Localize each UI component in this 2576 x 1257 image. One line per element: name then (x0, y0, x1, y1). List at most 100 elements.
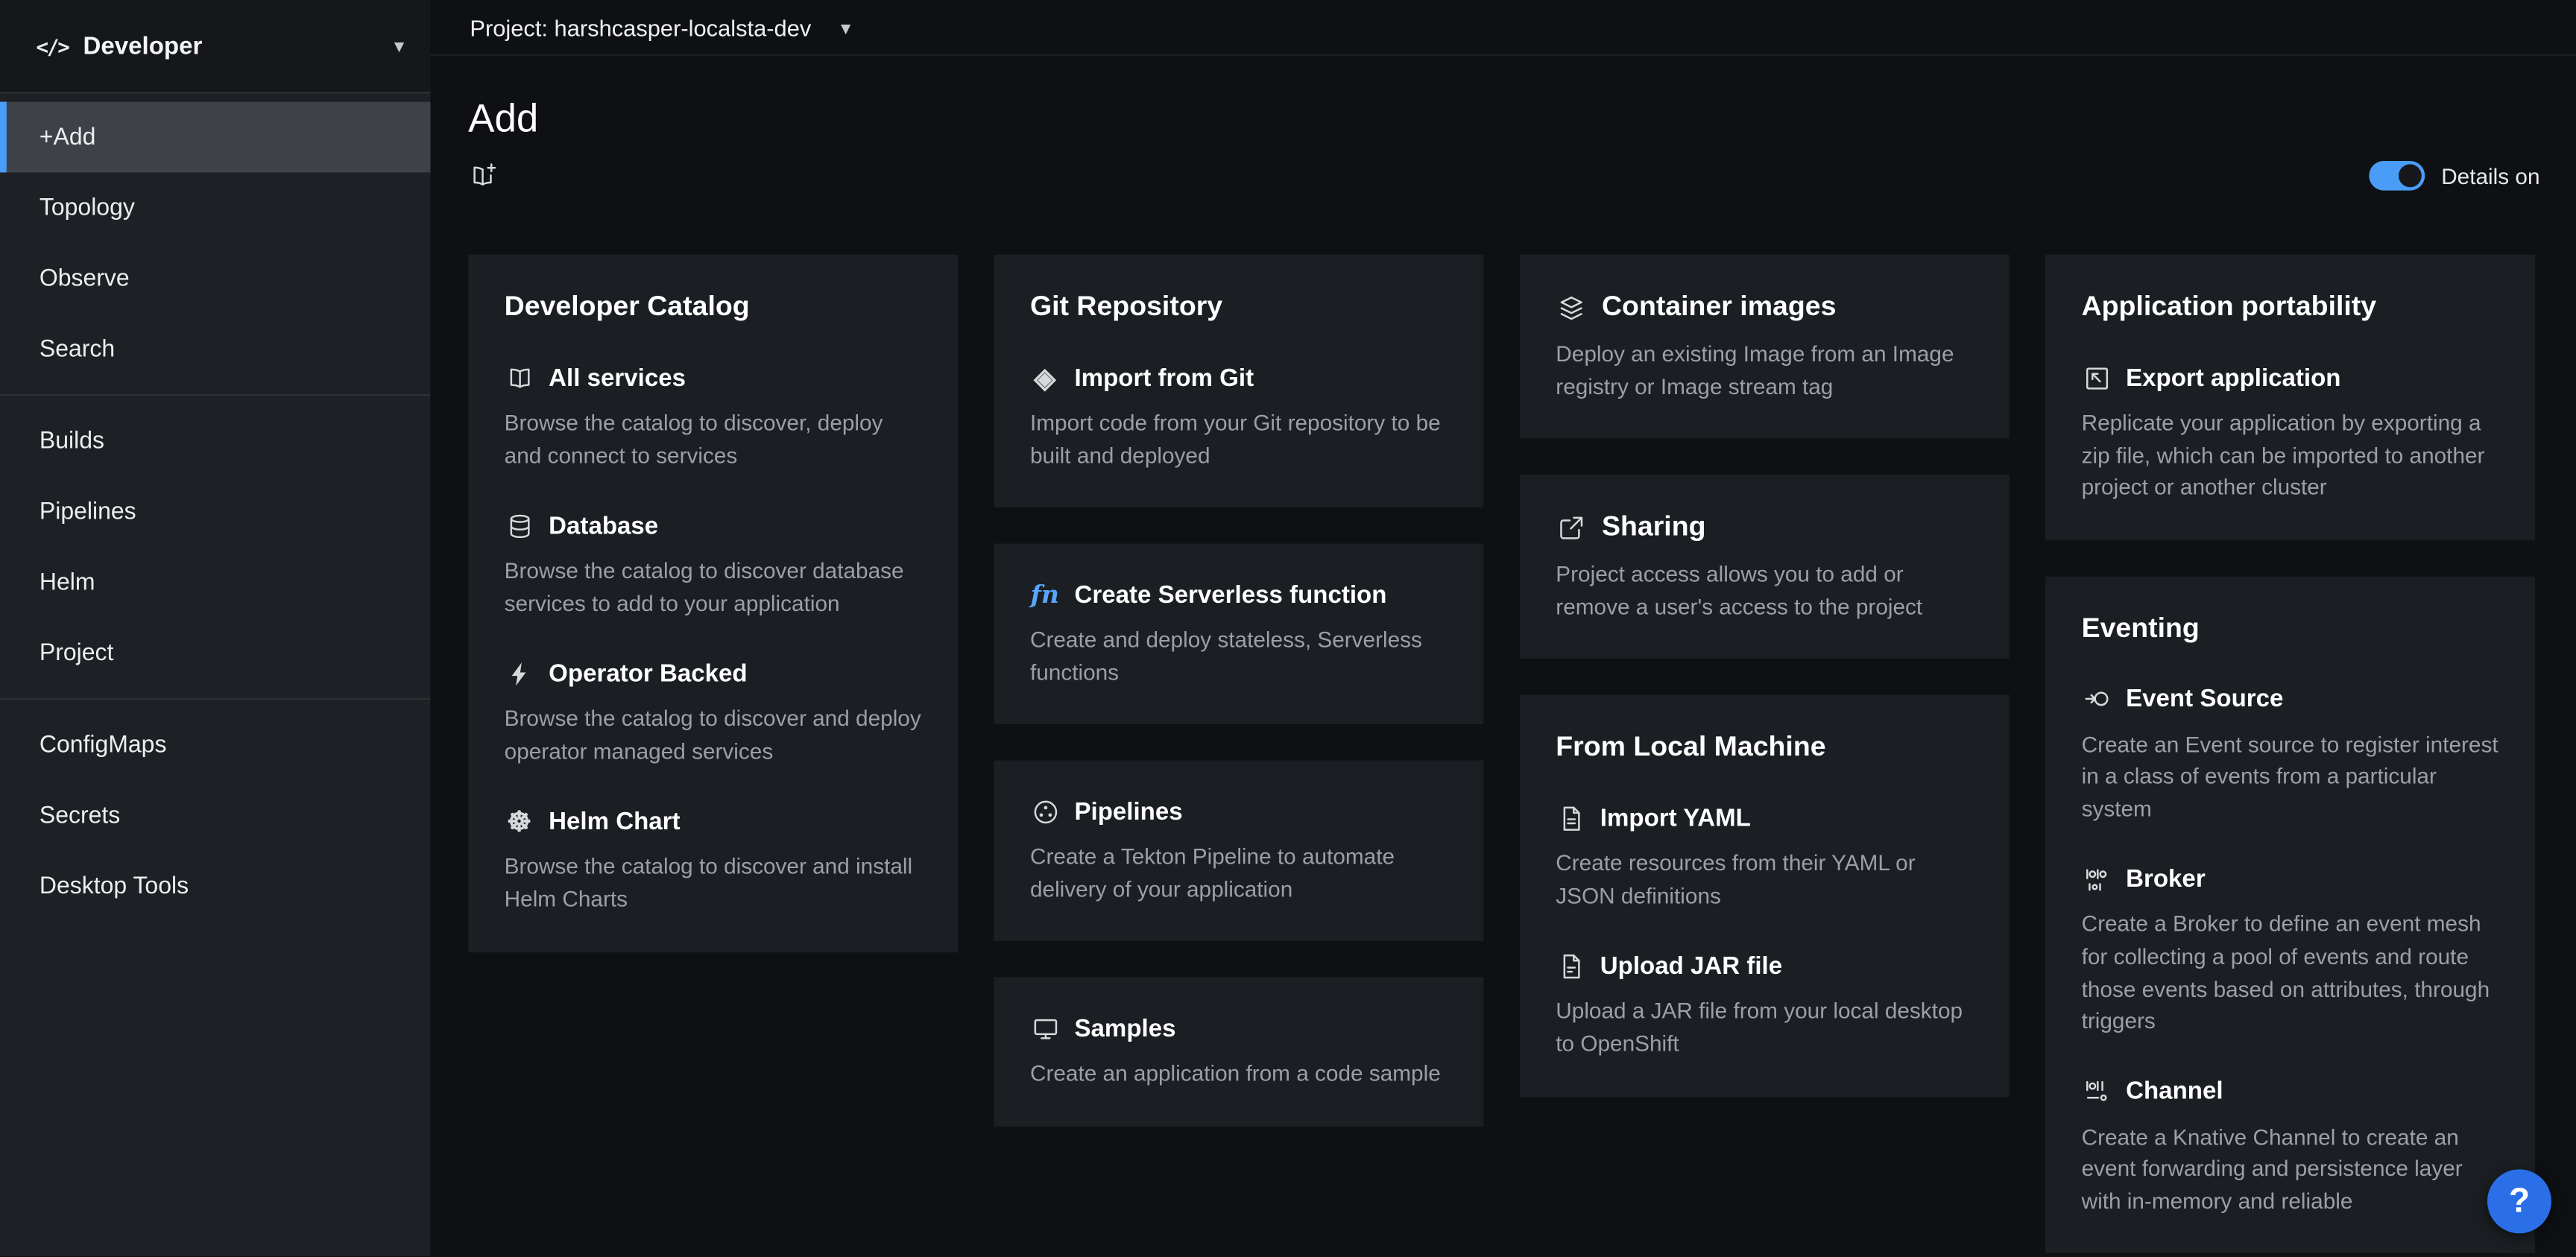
cards-column-1: Developer Catalog All services Browse th… (468, 255, 958, 952)
card-title: Developer Catalog (505, 291, 922, 323)
sidebar-item-topology[interactable]: Topology (0, 172, 430, 243)
item-description: Create an Event source to register inter… (2082, 729, 2499, 825)
item-title: Pipelines (1074, 798, 1182, 826)
details-toggle-group: Details on (2369, 161, 2539, 191)
item-title: Export application (2126, 364, 2340, 391)
catalog-item-operator-backed[interactable]: Operator Backed Browse the catalog to di… (505, 659, 922, 767)
serverless-fn-icon: fn (1030, 580, 1060, 609)
item-description: Create resources from their YAML or JSON… (1556, 848, 1973, 912)
item-description: Create and deploy stateless, Serverless … (1030, 624, 1448, 688)
item-create-serverless-function[interactable]: fn Create Serverless function Create and… (1030, 580, 1448, 688)
import-yaml-icon (1556, 803, 1585, 833)
helm-chart-icon: ☸ (505, 807, 534, 837)
sidebar-item-observe[interactable]: Observe (0, 243, 430, 314)
sidebar-nav: +Add Topology Observe Search Builds Pipe… (0, 94, 430, 922)
samples-icon (1030, 1014, 1060, 1044)
card-samples[interactable]: Samples Create an application from a cod… (994, 978, 1483, 1127)
project-selector[interactable]: Project: harshcasper-localsta-dev ▾ (430, 0, 2576, 56)
nav-separator (0, 698, 430, 700)
item-event-source[interactable]: Event Source Create an Event source to r… (2082, 684, 2499, 825)
item-title: Helm Chart (549, 808, 680, 835)
card-pipelines[interactable]: Pipelines Create a Tekton Pipeline to au… (994, 761, 1483, 942)
card-from-local-machine[interactable]: From Local Machine Import YAML Create re… (1520, 695, 2010, 1096)
item-description: Import code from your Git repository to … (1030, 408, 1448, 472)
card-container-images[interactable]: Container images Deploy an existing Imag… (1520, 255, 2010, 439)
item-title: Import from Git (1074, 364, 1254, 391)
item-samples[interactable]: Samples Create an application from a cod… (1030, 1014, 1448, 1091)
card-title: Eventing (2082, 612, 2499, 645)
sidebar-item-pipelines[interactable]: Pipelines (0, 476, 430, 547)
item-title: Samples (1074, 1015, 1175, 1042)
card-description: Deploy an existing Image from an Image r… (1556, 338, 1973, 402)
item-description: Browse the catalog to discover and deplo… (505, 703, 922, 767)
cards-column-2: Git Repository ◈ Import from Git Import … (994, 255, 1483, 1127)
add-page: Add Details on Developer Catalog (430, 56, 2576, 1257)
caret-down-icon: ▾ (841, 16, 850, 39)
item-import-yaml[interactable]: Import YAML Create resources from their … (1556, 803, 1973, 912)
details-switch[interactable] (2369, 161, 2425, 191)
card-developer-catalog[interactable]: Developer Catalog All services Browse th… (468, 255, 958, 952)
pipelines-icon (1030, 797, 1060, 827)
upload-jar-icon (1556, 952, 1585, 981)
item-description: Replicate your application by exporting … (2082, 408, 2499, 504)
sidebar: </> Developer ▾ +Add Topology Observe Se… (0, 0, 430, 1257)
switch-knob (2399, 164, 2422, 187)
item-title: All services (549, 364, 686, 391)
app-root: </> Developer ▾ +Add Topology Observe Se… (0, 0, 2576, 1257)
sidebar-item-builds[interactable]: Builds (0, 405, 430, 476)
item-channel[interactable]: Channel Create a Knative Channel to crea… (2082, 1077, 2499, 1218)
book-plus-icon[interactable] (468, 161, 498, 191)
cards-column-3: Container images Deploy an existing Imag… (1520, 255, 2010, 1097)
item-description: Create an application from a code sample (1030, 1058, 1448, 1090)
catalog-item-all-services[interactable]: All services Browse the catalog to disco… (505, 363, 922, 472)
export-application-icon (2082, 363, 2112, 393)
nav-separator (0, 394, 430, 396)
operator-backed-icon (505, 659, 534, 688)
perspective-switcher[interactable]: </> Developer ▾ (0, 0, 430, 94)
sidebar-item-add[interactable]: +Add (0, 102, 430, 173)
item-title: Create Serverless function (1074, 580, 1386, 608)
sidebar-item-project[interactable]: Project (0, 618, 430, 688)
item-description: Create a Broker to define an event mesh … (2082, 909, 2499, 1037)
card-serverless-function[interactable]: fn Create Serverless function Create and… (994, 544, 1483, 725)
item-description: Browse the catalog to discover and insta… (505, 852, 922, 916)
card-sharing[interactable]: Sharing Project access allows you to add… (1520, 475, 2010, 659)
project-selector-label: Project: harshcasper-localsta-dev (470, 14, 811, 40)
card-application-portability[interactable]: Application portability Export applicati… (2045, 255, 2535, 540)
card-eventing[interactable]: Eventing Event Source Create an Event so… (2045, 576, 2535, 1253)
sidebar-item-helm[interactable]: Helm (0, 547, 430, 618)
cards-column-4: Application portability Export applicati… (2045, 255, 2535, 1254)
item-description: Browse the catalog to discover database … (505, 555, 922, 619)
item-title: Channel (2126, 1077, 2223, 1105)
card-description: Project access allows you to add or remo… (1556, 559, 1973, 623)
item-import-from-git[interactable]: ◈ Import from Git Import code from your … (1030, 363, 1448, 472)
item-description: Upload a JAR file from your local deskto… (1556, 996, 1973, 1060)
card-title: Container images (1602, 291, 1836, 323)
sidebar-item-secrets[interactable]: Secrets (0, 780, 430, 851)
all-services-icon (505, 363, 534, 393)
sidebar-item-desktop-tools[interactable]: Desktop Tools (0, 851, 430, 922)
item-upload-jar-file[interactable]: Upload JAR file Upload a JAR file from y… (1556, 952, 1973, 1060)
item-export-application[interactable]: Export application Replicate your applic… (2082, 363, 2499, 504)
sidebar-item-search[interactable]: Search (0, 314, 430, 384)
item-title: Operator Backed (549, 659, 747, 687)
card-title: Application portability (2082, 291, 2499, 323)
card-git-repository[interactable]: Git Repository ◈ Import from Git Import … (994, 255, 1483, 508)
item-title: Event Source (2126, 686, 2283, 713)
sidebar-item-configmaps[interactable]: ConfigMaps (0, 709, 430, 780)
item-pipelines[interactable]: Pipelines Create a Tekton Pipeline to au… (1030, 797, 1448, 906)
developer-code-icon: </> (36, 34, 68, 58)
catalog-item-helm-chart[interactable]: ☸ Helm Chart Browse the catalog to disco… (505, 807, 922, 916)
database-icon (505, 511, 534, 541)
container-images-icon (1556, 292, 1585, 322)
item-broker[interactable]: Broker Create a Broker to define an even… (2082, 864, 2499, 1037)
card-title: Git Repository (1030, 291, 1448, 323)
page-header-row: Details on (468, 161, 2539, 191)
main-area: Project: harshcasper-localsta-dev ▾ Add … (430, 0, 2576, 1257)
catalog-item-database[interactable]: Database Browse the catalog to discover … (505, 511, 922, 620)
page-title: Add (468, 97, 2539, 143)
details-toggle-label: Details on (2441, 163, 2539, 188)
card-title: From Local Machine (1556, 731, 1973, 764)
add-cards-grid: Developer Catalog All services Browse th… (468, 255, 2539, 1254)
item-description: Create a Tekton Pipeline to automate del… (1030, 841, 1448, 905)
